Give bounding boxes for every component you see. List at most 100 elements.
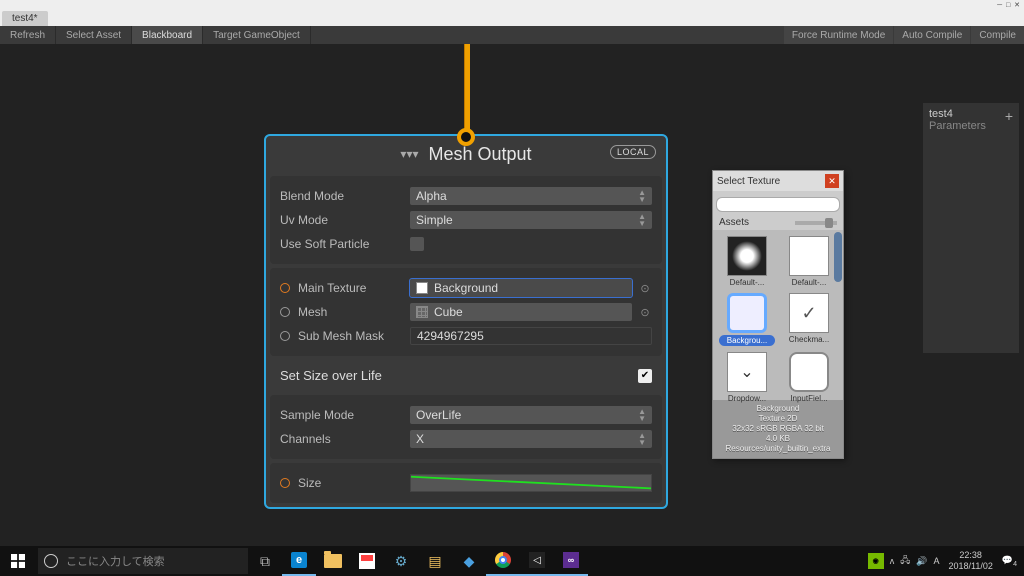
texture-thumb-icon [727, 236, 767, 276]
main-texture-picker-icon[interactable]: ⊙ [638, 281, 652, 295]
toolbar-auto-compile[interactable]: Auto Compile [894, 26, 970, 44]
channels-label: Channels [280, 432, 410, 446]
taskbar-chrome[interactable] [486, 546, 520, 576]
node-block-refs: Main Texture Background ⊙ Mesh Cube ⊙ Su… [270, 268, 662, 356]
texture-thumb-label: InputFiel... [781, 394, 837, 403]
texture-thumb-icon [789, 236, 829, 276]
node-title: Mesh Output [429, 144, 532, 165]
input-port[interactable] [457, 128, 475, 146]
submesh-field[interactable]: 4294967295 [410, 327, 652, 345]
taskbar-app2[interactable]: ◆ [452, 546, 486, 576]
blackboard-panel[interactable]: test4 Parameters + [923, 103, 1019, 353]
picker-grid: Default-... Default-... Backgrou... ✓ Ch… [713, 230, 843, 400]
toolbar-select-asset[interactable]: Select Asset [56, 26, 132, 44]
window-min[interactable]: ─ [997, 2, 1002, 9]
taskbar-visualstudio[interactable]: ∞ [554, 546, 588, 576]
main-texture-field[interactable]: Background [410, 279, 632, 297]
toolbar-refresh[interactable]: Refresh [0, 26, 56, 44]
task-view-icon[interactable]: ⧉ [248, 546, 282, 576]
node-local-badge[interactable]: LOCAL [610, 145, 656, 159]
toolbar-target-gameobject[interactable]: Target GameObject [203, 26, 311, 44]
tray-ime-icon[interactable]: A [933, 556, 939, 566]
node-icon: ▾▾▾ [400, 147, 418, 161]
texture-picker-window[interactable]: Select Texture ✕ Assets Default-... Defa… [712, 170, 844, 459]
texture-thumb-icon: ✓ [789, 293, 829, 333]
blend-mode-select[interactable]: Alpha▲▼ [410, 187, 652, 205]
picker-footer: Background Texture 2D 32x32 sRGB RGBA 32… [713, 400, 843, 458]
toolbar-blackboard[interactable]: Blackboard [132, 26, 203, 44]
taskbar-unity[interactable]: ◁ [520, 546, 554, 576]
system-tray[interactable]: ◉ ʌ 🖧 🔊 A 22:38 2018/11/02 💬4 [861, 550, 1024, 572]
picker-scrollbar[interactable] [834, 232, 842, 282]
size-curve-field[interactable] [410, 474, 652, 492]
picker-item[interactable]: ✓ Checkma... [781, 293, 837, 346]
blackboard-add-button[interactable]: + [1005, 108, 1013, 132]
picker-item[interactable]: InputFiel... [781, 352, 837, 403]
tray-up-icon[interactable]: ʌ [890, 556, 895, 566]
main-texture-label: Main Texture [280, 281, 410, 295]
taskbar-explorer[interactable] [316, 546, 350, 576]
size-label: Size [280, 476, 410, 490]
texture-thumb-label: Default-... [719, 278, 775, 287]
picker-zoom-slider[interactable] [795, 221, 837, 225]
mesh-field[interactable]: Cube [410, 303, 632, 321]
toolbar-compile[interactable]: Compile [971, 26, 1024, 44]
toolbar: Refresh Select Asset Blackboard Target G… [0, 26, 1024, 44]
picker-item[interactable]: ⌄ Dropdow... [719, 352, 775, 403]
picker-item[interactable]: Default-... [781, 236, 837, 287]
window-close[interactable]: ✕ [1014, 1, 1020, 9]
mesh-picker-icon[interactable]: ⊙ [638, 305, 652, 319]
taskbar-store[interactable] [350, 546, 384, 576]
texture-thumb-label: Default-... [781, 278, 837, 287]
mesh-label: Mesh [280, 305, 410, 319]
soft-particle-checkbox[interactable] [410, 237, 424, 251]
texture-thumb-label: Dropdow... [719, 394, 775, 403]
submesh-port[interactable] [280, 331, 290, 341]
mesh-output-node[interactable]: ▾▾▾ Mesh Output LOCAL Blend Mode Alpha▲▼… [264, 134, 668, 509]
mesh-port[interactable] [280, 307, 290, 317]
size-port[interactable] [280, 478, 290, 488]
cortana-icon [44, 554, 58, 568]
taskbar-edge[interactable]: e [282, 546, 316, 576]
tray-network-icon[interactable]: 🖧 [900, 553, 910, 569]
document-tab[interactable]: test4* [2, 11, 48, 26]
taskbar: ここに入力して検索 ⧉ e ⚙ ▤ ◆ ◁ ∞ ◉ ʌ 🖧 🔊 A 22:38 … [0, 546, 1024, 576]
picker-item[interactable]: Default-... [719, 236, 775, 287]
blackboard-title: test4 [929, 108, 986, 120]
taskbar-app1[interactable]: ▤ [418, 546, 452, 576]
sample-mode-label: Sample Mode [280, 408, 410, 422]
node-block-top: Blend Mode Alpha▲▼ Uv Mode Simple▲▼ Use … [270, 176, 662, 264]
uv-mode-select[interactable]: Simple▲▼ [410, 211, 652, 229]
search-placeholder: ここに入力して検索 [66, 553, 165, 569]
blackboard-subtitle: Parameters [929, 120, 986, 132]
tray-nvidia-icon[interactable]: ◉ [868, 553, 884, 569]
uv-mode-label: Uv Mode [280, 213, 410, 227]
soft-particle-label: Use Soft Particle [280, 237, 410, 251]
tray-volume-icon[interactable]: 🔊 [916, 556, 927, 567]
sample-mode-select[interactable]: OverLife▲▼ [410, 406, 652, 424]
graph-canvas[interactable]: ▾▾▾ Mesh Output LOCAL Blend Mode Alpha▲▼… [0, 44, 1024, 546]
taskbar-control[interactable]: ⚙ [384, 546, 418, 576]
texture-thumb-label: Backgrou... [719, 335, 775, 346]
section-set-size[interactable]: Set Size over Life ✔ [270, 360, 662, 391]
section-title: Set Size over Life [280, 368, 382, 383]
tray-clock[interactable]: 22:38 2018/11/02 [948, 550, 992, 572]
tray-notifications-icon[interactable]: 💬4 [1002, 555, 1017, 568]
blend-mode-label: Blend Mode [280, 189, 410, 203]
node-block-section: Sample Mode OverLife▲▼ Channels X▲▼ [270, 395, 662, 459]
taskbar-search[interactable]: ここに入力して検索 [38, 548, 248, 574]
main-texture-port[interactable] [280, 283, 290, 293]
window-max[interactable]: □ [1006, 2, 1010, 9]
picker-search-input[interactable] [716, 197, 840, 212]
section-enable-checkbox[interactable]: ✔ [638, 369, 652, 383]
texture-thumb-label: Checkma... [781, 335, 837, 344]
picker-item[interactable]: Backgrou... [719, 293, 775, 346]
channels-select[interactable]: X▲▼ [410, 430, 652, 448]
start-button[interactable] [0, 546, 36, 576]
picker-tab-assets[interactable]: Assets [719, 217, 749, 228]
picker-close-button[interactable]: ✕ [825, 174, 839, 188]
window-chrome: ─ □ ✕ [0, 0, 1024, 10]
toolbar-force-runtime[interactable]: Force Runtime Mode [784, 26, 893, 44]
texture-thumb-icon [789, 352, 829, 392]
submesh-label: Sub Mesh Mask [280, 329, 410, 343]
